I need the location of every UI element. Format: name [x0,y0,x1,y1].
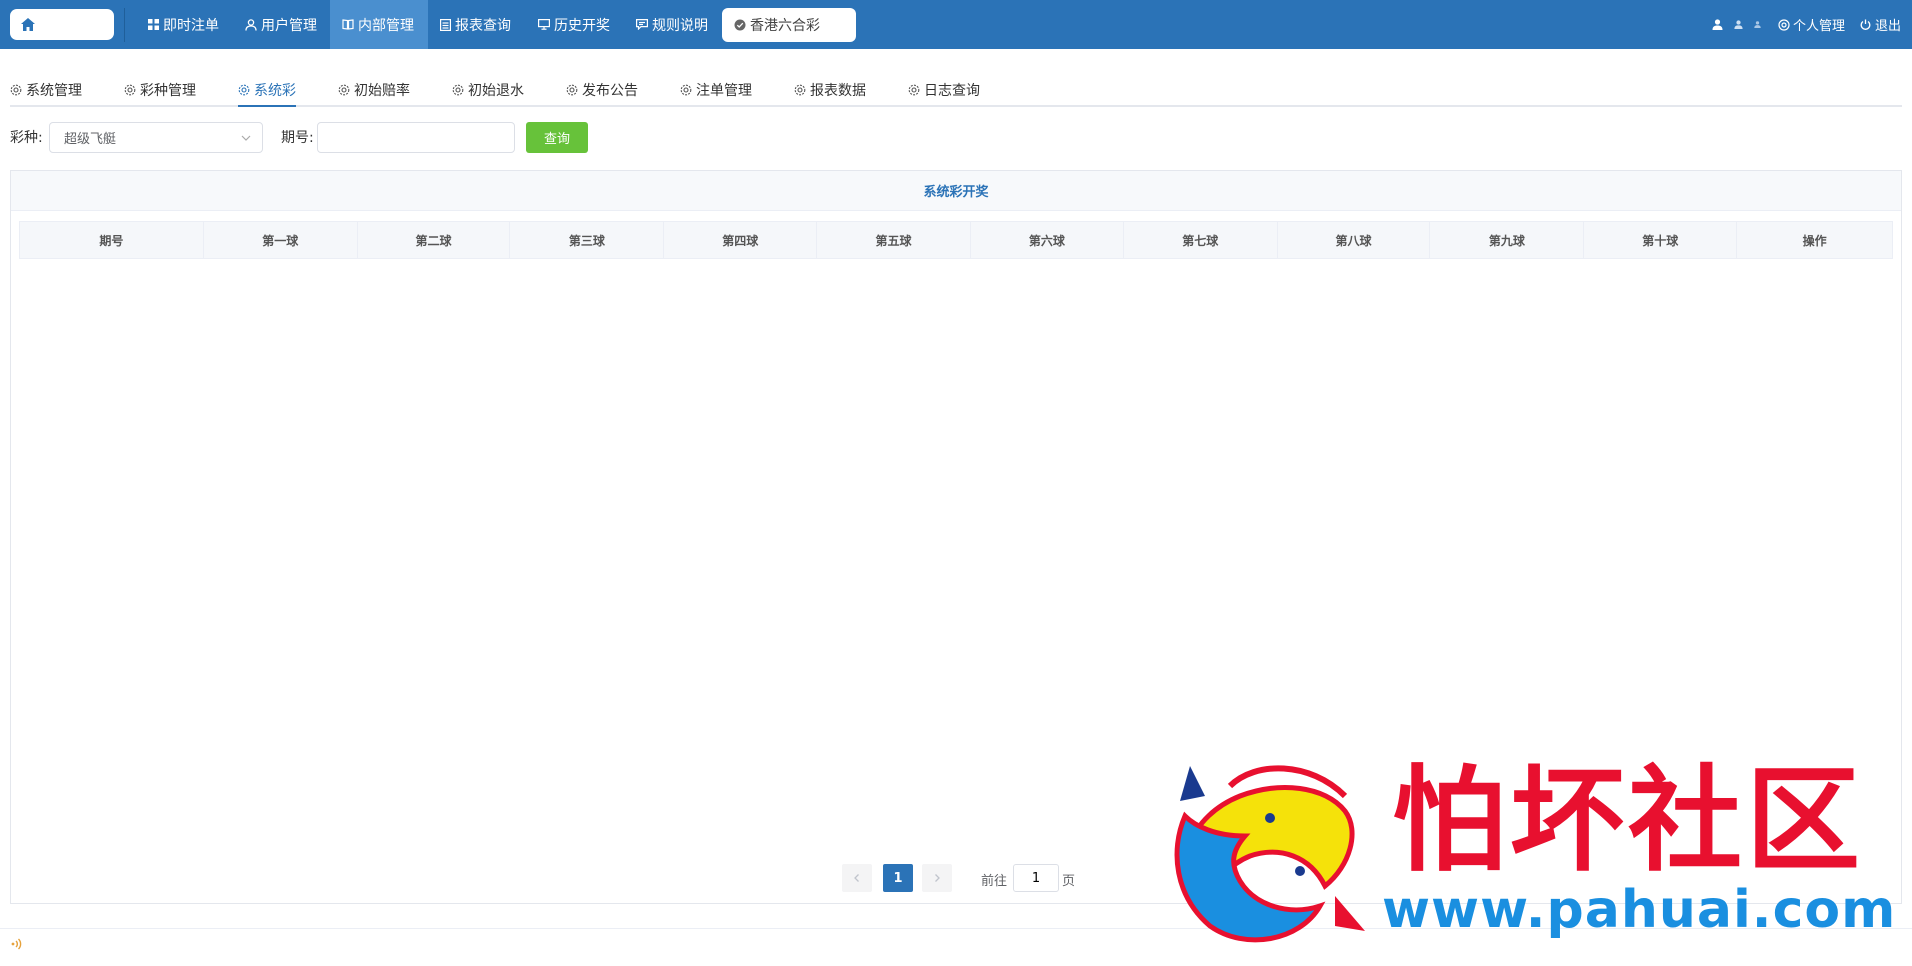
lottery-type-select[interactable]: 超级飞艇 [49,122,263,153]
lottery-type-value: 超级飞艇 [64,132,117,147]
column-header: 第八球 [1278,222,1431,258]
tab-label: 初始赔率 [354,82,410,99]
watermark-text: 怕坏社区 [1392,753,1865,887]
fish-logo-icon [1174,765,1365,943]
nav-item-report-query[interactable]: 报表查询 [428,0,523,49]
sound-icon[interactable] [10,937,24,951]
tab-report-data[interactable]: 报表数据 [794,74,866,105]
prev-page-button[interactable] [842,864,872,892]
gear-icon [794,84,806,96]
page-number-button[interactable]: 1 [883,864,913,892]
user-status-icons [1712,0,1761,49]
tab-label: 注单管理 [696,82,752,99]
tab-system-lottery[interactable]: 系统彩 [238,74,296,107]
goto-prefix: 前往 [981,874,1008,889]
nav-item-rules[interactable]: 规则说明 [624,0,720,49]
column-header: 第六球 [971,222,1124,258]
chevron-down-icon [241,135,251,141]
gear-icon [124,84,136,96]
column-header: 第三球 [510,222,665,258]
column-header: 第二球 [358,222,511,258]
table-header: 期号 第一球 第二球 第三球 第四球 第五球 第六球 第七球 第八球 第九球 第… [19,221,1893,259]
tab-log-query[interactable]: 日志查询 [908,74,980,105]
query-button[interactable]: 查询 [526,122,588,153]
nav-item-instant-bets[interactable]: 即时注单 [136,0,231,49]
panel-title: 系统彩开奖 [11,171,1901,211]
tab-label: 发布公告 [582,82,638,99]
current-lottery-selector[interactable]: 香港六合彩 [722,8,856,42]
tab-label: 彩种管理 [140,82,196,99]
profile-management-link[interactable]: 个人管理 [1778,0,1845,49]
chevron-right-icon [935,874,940,882]
tab-initial-rebate[interactable]: 初始退水 [452,74,524,105]
gear-icon [338,84,350,96]
nav-item-label: 报表查询 [455,17,511,34]
nav-item-label: 历史开奖 [554,17,610,34]
column-header: 第五球 [817,222,971,258]
home-button[interactable] [10,9,114,40]
column-header: 第十球 [1584,222,1738,258]
column-header: 第七球 [1124,222,1278,258]
tab-label: 系统管理 [26,82,82,99]
book-icon [342,19,354,30]
user-icon [1712,19,1723,30]
chevron-left-icon [854,874,859,882]
nav-item-label: 即时注单 [163,17,219,34]
tab-label: 系统彩 [254,82,296,99]
column-header: 第九球 [1430,222,1585,258]
tab-system-management[interactable]: 系统管理 [10,74,82,105]
next-page-button[interactable] [922,864,952,892]
nav-item-label: 规则说明 [652,17,708,34]
profile-management-label: 个人管理 [1793,19,1846,34]
user-icon [1754,21,1761,28]
nav-item-user-management[interactable]: 用户管理 [233,0,329,49]
issue-number-label: 期号: [281,130,314,146]
user-icon [1734,20,1743,29]
gear-icon [1778,18,1790,31]
nav-item-label: 内部管理 [358,17,414,34]
goto-suffix: 页 [1062,874,1076,889]
tab-initial-odds[interactable]: 初始赔率 [338,74,410,105]
grid-icon [148,19,159,30]
check-circle-icon [734,19,746,31]
nav-item-internal-management[interactable]: 内部管理 [330,0,428,49]
current-lottery-label: 香港六合彩 [750,18,820,34]
tab-label: 日志查询 [924,82,980,99]
column-header: 操作 [1802,233,1827,248]
gear-icon [908,84,920,96]
column-header: 期号 [20,222,204,258]
logout-label: 退出 [1875,19,1902,34]
monitor-icon [538,19,550,30]
gear-icon [238,84,250,96]
gear-icon [452,84,464,96]
top-navbar: 即时注单 用户管理 内部管理 报表查询 历史开奖 规则说明 香港六合彩 个人管理… [0,0,1912,49]
issue-number-input[interactable] [317,122,515,153]
report-icon [440,18,451,31]
logout-link[interactable]: 退出 [1860,0,1901,49]
tab-lottery-management[interactable]: 彩种管理 [124,74,196,105]
gear-icon [10,84,22,96]
user-icon [245,18,257,31]
tab-bet-management[interactable]: 注单管理 [680,74,752,105]
power-icon [1860,19,1871,30]
tab-label: 初始退水 [468,82,524,99]
lottery-type-label: 彩种: [10,130,43,146]
nav-divider [124,8,125,42]
gear-icon [566,84,578,96]
comment-icon [636,19,648,30]
watermark-url: www.pahuai.com [1382,880,1897,940]
tab-label: 报表数据 [810,82,866,99]
tab-publish-announcement[interactable]: 发布公告 [566,74,638,105]
column-header: 第四球 [664,222,818,258]
nav-item-label: 用户管理 [261,17,317,34]
watermark: 怕坏社区 www.pahuai.com [1160,753,1900,946]
home-icon [21,18,35,31]
goto-page-input[interactable] [1013,864,1059,892]
gear-icon [680,84,692,96]
nav-item-history-draws[interactable]: 历史开奖 [526,0,622,49]
sub-tab-bar: 系统管理 彩种管理 系统彩 初始赔率 初始退水 发布公告 注单管理 报表数据 日… [10,74,1902,107]
column-header: 第一球 [204,222,358,258]
